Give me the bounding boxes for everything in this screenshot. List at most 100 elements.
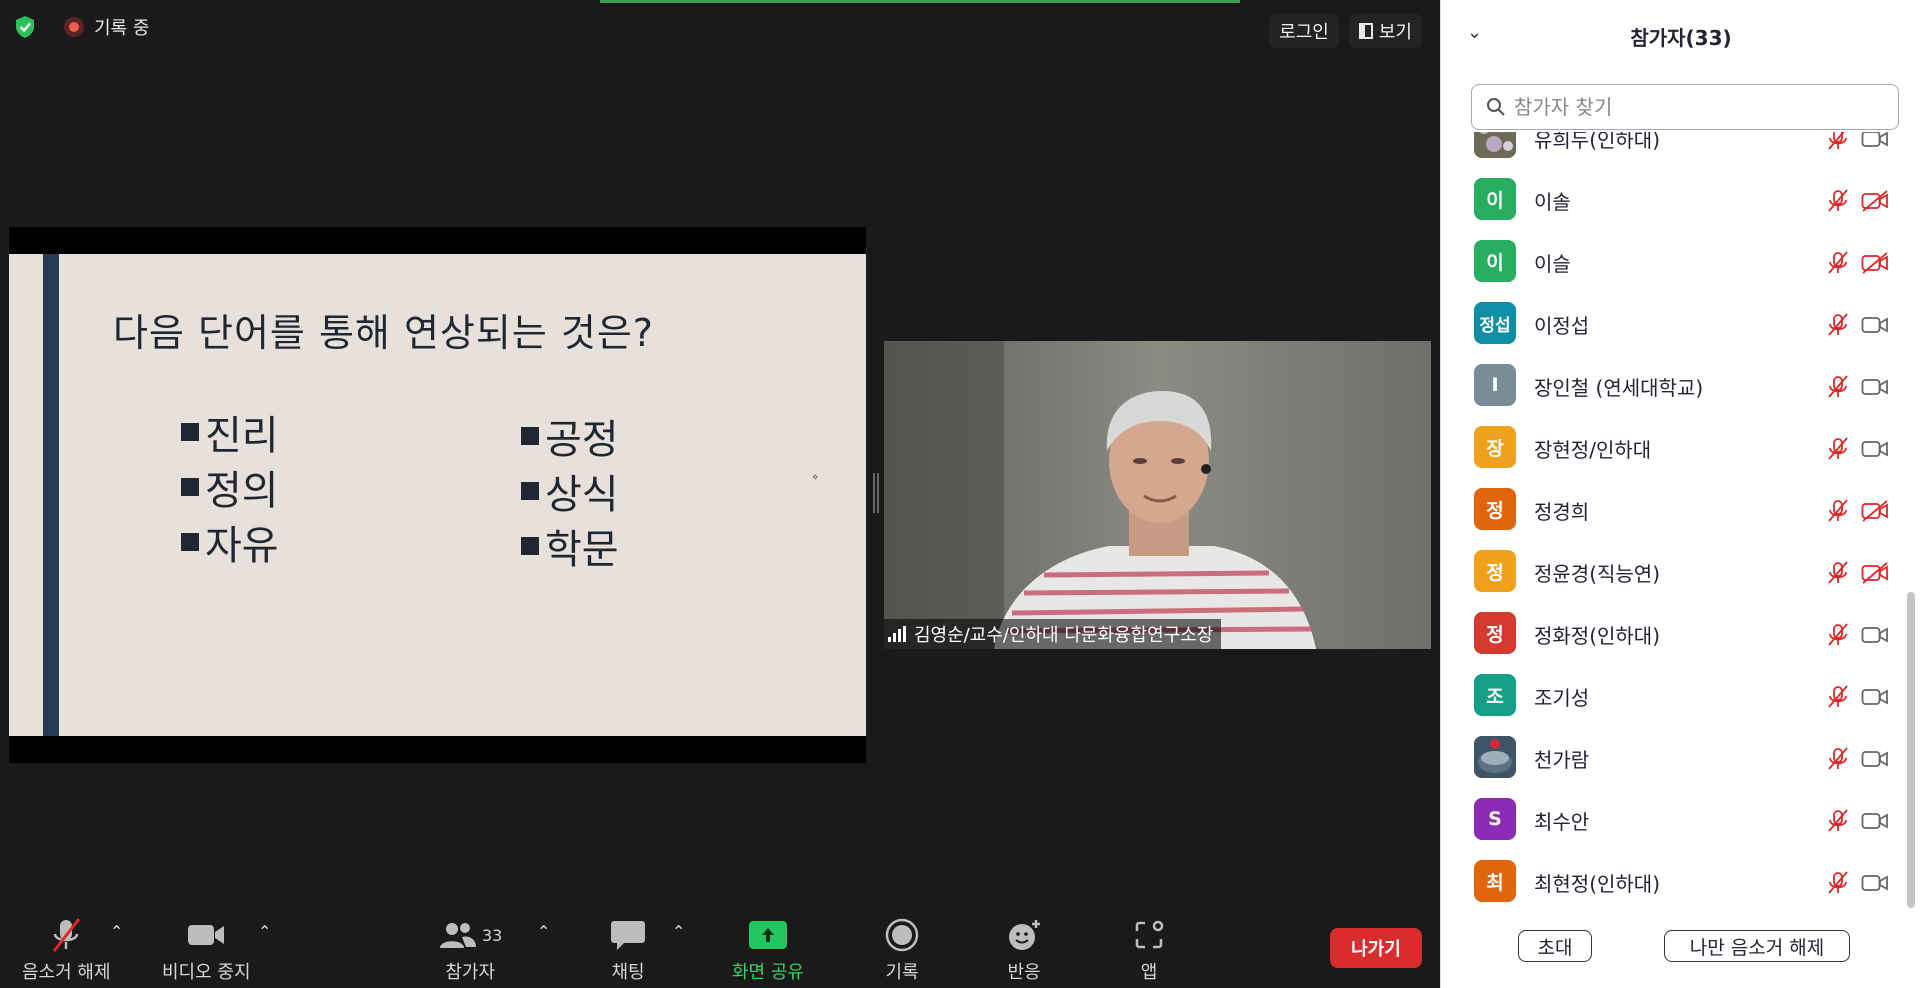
camera-icon[interactable] [1861, 314, 1889, 340]
video-name-label: 김영순/교수/인하대 다문화융합연구소장 [884, 619, 1222, 649]
speaker-video-tile[interactable]: 김영순/교수/인하대 다문화융합연구소장 [884, 341, 1431, 649]
participant-row[interactable]: 장 장현정/인하대 [1441, 416, 1911, 478]
camera-icon[interactable] [1861, 810, 1889, 836]
search-input[interactable] [1514, 95, 1884, 119]
participant-avatar: 이 [1474, 178, 1516, 220]
chat-button[interactable]: 채팅 [610, 914, 646, 984]
camera-icon[interactable] [1861, 132, 1889, 154]
apps-icon [1133, 914, 1165, 956]
participant-avatar: 최 [1474, 860, 1516, 902]
participant-row[interactable]: 유희두(인하대) [1441, 132, 1911, 168]
meeting-area: 기록 중 로그인 보기 다음 단어를 통해 연상되는 것은? 진리 정의 자유 [0, 0, 1440, 988]
reactions-button[interactable]: 반응 [1006, 914, 1042, 984]
participant-name: 정윤경(직능연) [1534, 562, 1661, 586]
muted-mic-icon[interactable] [1825, 312, 1851, 342]
muted-mic-icon[interactable] [1825, 684, 1851, 714]
camera-off-icon[interactable] [1861, 252, 1889, 278]
share-screen-button[interactable]: 화면 공유 [732, 914, 804, 984]
slide-accent-bar [43, 254, 59, 736]
participant-row[interactable]: S 최수안 [1441, 788, 1911, 850]
participant-row[interactable]: 정 정윤경(직능연) [1441, 540, 1911, 602]
muted-mic-icon[interactable] [1825, 622, 1851, 652]
shared-screen[interactable]: 다음 단어를 통해 연상되는 것은? 진리 정의 자유 공정 상식 학문 ⋄ [9, 227, 866, 763]
view-layout-icon [1358, 23, 1373, 39]
record-icon [885, 914, 919, 956]
participant-name: 장인철 (연세대학교) [1534, 376, 1704, 400]
slide-bullets-right: 공정 상식 학문 [521, 408, 619, 573]
participants-icon: 33 [438, 914, 502, 956]
smiley-plus-icon [1006, 914, 1042, 956]
slide-bullet: 자유 [181, 514, 279, 569]
participant-avatar: 정섭 [1474, 302, 1516, 344]
participants-button[interactable]: 33 참가자 [438, 914, 502, 984]
muted-mic-icon[interactable] [1825, 132, 1851, 156]
participant-name: 조기성 [1534, 686, 1590, 710]
participant-name: 정경희 [1534, 500, 1590, 524]
participant-name: 최현정(인하대) [1534, 872, 1661, 896]
camera-off-icon[interactable] [1861, 190, 1889, 216]
muted-mic-icon[interactable] [1825, 808, 1851, 838]
participant-list-scrollbar[interactable] [1907, 592, 1915, 908]
participant-row[interactable]: 이 이솔 [1441, 168, 1911, 230]
video-options-chevron-icon[interactable]: ⌃ [258, 922, 271, 941]
apps-button[interactable]: 앱 [1133, 914, 1165, 984]
muted-mic-icon[interactable] [1825, 188, 1851, 218]
camera-icon[interactable] [1861, 624, 1889, 650]
unmute-me-button[interactable]: 나만 음소거 해제 [1664, 930, 1850, 962]
panel-title: 참가자(33) [1630, 26, 1732, 50]
camera-icon[interactable] [1861, 748, 1889, 774]
login-label: 로그인 [1279, 22, 1329, 43]
participant-row[interactable]: I 장인철 (연세대학교) [1441, 354, 1911, 416]
participant-row[interactable]: 천가람 [1441, 726, 1911, 788]
participants-options-chevron-icon[interactable]: ⌃ [537, 922, 550, 941]
slide-bullets-left: 진리 정의 자유 [181, 404, 279, 569]
record-button[interactable]: 기록 [885, 914, 919, 984]
view-button[interactable]: 보기 [1348, 14, 1422, 48]
zoom-app: 기록 중 로그인 보기 다음 단어를 통해 연상되는 것은? 진리 정의 자유 [0, 0, 1920, 988]
camera-icon[interactable] [1861, 438, 1889, 464]
camera-icon[interactable] [1861, 686, 1889, 712]
participant-list[interactable]: 유희두(인하대) 이 이솔 이 이슬 정섭 이정섭 I 장인철 (연세대학교) 장 장현정/인하대 정… [1441, 132, 1911, 908]
share-arrow-icon [748, 921, 787, 949]
participant-search-box[interactable] [1471, 84, 1899, 130]
muted-mic-icon[interactable] [1825, 870, 1851, 900]
chat-options-chevron-icon[interactable]: ⌃ [672, 922, 685, 941]
camera-icon[interactable] [1861, 872, 1889, 898]
camera-off-icon[interactable] [1861, 500, 1889, 526]
muted-mic-icon[interactable] [1825, 560, 1851, 590]
participant-avatar: 장 [1474, 426, 1516, 468]
stop-video-button[interactable]: 비디오 중지 [162, 914, 251, 984]
participant-row[interactable]: 조 조기성 [1441, 664, 1911, 726]
leave-button[interactable]: 나가기 [1330, 928, 1422, 968]
encryption-shield-icon[interactable] [12, 14, 38, 40]
participant-row[interactable]: 이 이슬 [1441, 230, 1911, 292]
participant-name: 이정섭 [1534, 314, 1590, 338]
participant-avatar: 정 [1474, 612, 1516, 654]
muted-mic-icon[interactable] [1825, 746, 1851, 776]
recording-indicator[interactable]: 기록 중 [64, 14, 149, 40]
invite-button[interactable]: 초대 [1518, 930, 1592, 962]
search-icon [1487, 98, 1505, 116]
panel-header: ⌄ 참가자(33) [1441, 0, 1920, 70]
muted-mic-icon[interactable] [1825, 374, 1851, 404]
muted-mic-icon [46, 914, 86, 956]
participant-row[interactable]: 정섭 이정섭 [1441, 292, 1911, 354]
participant-row[interactable]: 정 정화정(인하대) [1441, 602, 1911, 664]
signal-strength-icon [888, 626, 906, 642]
camera-off-icon[interactable] [1861, 562, 1889, 588]
audio-options-chevron-icon[interactable]: ⌃ [110, 922, 123, 941]
slide-bullet: 공정 [521, 408, 619, 463]
participant-avatar [1474, 132, 1516, 158]
muted-mic-icon[interactable] [1825, 250, 1851, 280]
split-resize-handle[interactable] [873, 473, 879, 513]
participant-avatar: 조 [1474, 674, 1516, 716]
participant-avatar: 정 [1474, 488, 1516, 530]
participant-row[interactable]: 정 정경희 [1441, 478, 1911, 540]
participant-row[interactable]: 최 최현정(인하대) [1441, 850, 1911, 908]
muted-mic-icon[interactable] [1825, 498, 1851, 528]
unmute-button[interactable]: 음소거 해제 [22, 914, 111, 984]
square-bullet-icon [181, 532, 199, 551]
muted-mic-icon[interactable] [1825, 436, 1851, 466]
camera-icon[interactable] [1861, 376, 1889, 402]
login-button[interactable]: 로그인 [1269, 14, 1339, 48]
